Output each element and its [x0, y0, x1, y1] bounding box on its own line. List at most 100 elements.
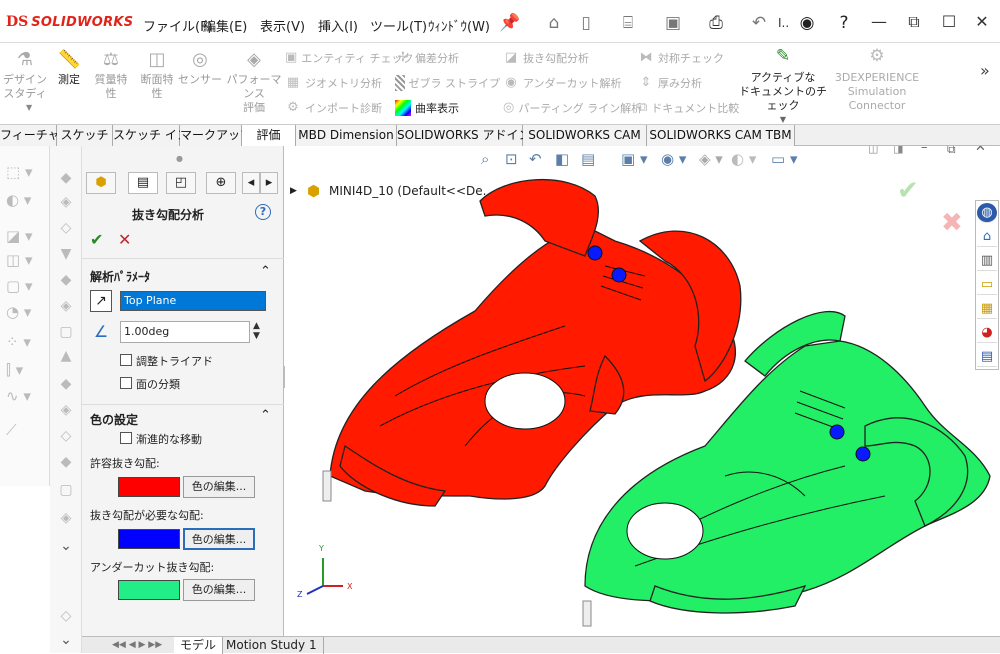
scroll-right-icon[interactable]: ▸ [260, 172, 278, 194]
direction-field[interactable]: Top Plane [120, 291, 266, 311]
property-manager-tab-icon[interactable]: ▤ [128, 172, 158, 194]
toolbar-icon[interactable]: ◇ [56, 218, 76, 238]
menu-insert[interactable]: 挿入(I) [318, 16, 358, 35]
reference-geometry-icon[interactable]: ⫿ ▾ [6, 358, 44, 382]
tab-model[interactable]: モデル [174, 637, 224, 654]
menu-window[interactable]: ｳｨﾝﾄﾞｳ(W) [428, 16, 490, 35]
performance-evaluation-button[interactable]: ◈ パフォーマンス 評価 [224, 49, 284, 115]
design-library-icon[interactable]: ▥ [977, 251, 997, 271]
graphics-viewport[interactable]: ⌕ ⊡ ↶ ◧ ▤ ▣ ▾ ◉ ▾ ◈ ▾ ◐ ▾ ▭ ▾ ◫ ◨ – ⧉ ✕ … [285, 146, 1000, 636]
toolbar-icon[interactable]: ▢ [56, 480, 76, 500]
mass-properties-button[interactable]: ⚖ 質量特 性 [88, 49, 134, 101]
section-properties-button[interactable]: ◫ 断面特 性 [134, 49, 180, 101]
extrude-icon[interactable]: ⬚ ▾ [6, 160, 44, 184]
maximize-button[interactable]: ☐ [935, 9, 963, 35]
instant3d-icon[interactable]: ⟋ [6, 418, 44, 442]
help-icon[interactable]: ? [255, 204, 271, 220]
cancel-button[interactable]: ✕ [118, 230, 131, 249]
draft-analysis-model[interactable] [285, 146, 1000, 636]
toolbar-icon[interactable]: ◇ [56, 606, 76, 626]
tab-mbd-dimension[interactable]: MBD Dimension [296, 125, 397, 146]
compare-documents-button[interactable]: ⧉ ドキュメント比較 [638, 97, 739, 119]
curvature-button[interactable]: 曲率表示 [395, 97, 500, 119]
tab-sketch[interactable]: スケッチ [57, 125, 113, 146]
tab-motion-study[interactable]: Motion Study 1 [220, 637, 324, 654]
zebra-stripes-button[interactable]: ゼブラ ストライプ [395, 72, 500, 94]
toolbar-icon[interactable]: ◈ [56, 192, 76, 212]
toolbar-icon[interactable]: ◇ [56, 426, 76, 446]
dropdown-arrow-icon[interactable]: ▼ [26, 103, 32, 112]
undercut-analysis-button[interactable]: ◉ アンダーカット解析 [503, 72, 633, 94]
positive-draft-swatch[interactable] [118, 477, 180, 497]
adjust-triad-checkbox[interactable] [120, 354, 132, 366]
toolbar-icon[interactable]: ▢ [56, 322, 76, 342]
measure-button[interactable]: 📏 測定 [48, 49, 90, 87]
fillet-icon[interactable]: ◔ ▾ [6, 300, 44, 324]
simulation-connector-button[interactable]: ⚙ 3DEXPERIENCE Simulation Connector [832, 48, 922, 113]
view-palette-icon[interactable]: ▦ [977, 299, 997, 319]
ribbon-more-button[interactable]: » [980, 61, 990, 80]
collapse-icon[interactable]: ⌃ [260, 264, 271, 279]
solidworks-resources-icon[interactable]: ◍ [977, 203, 997, 223]
help-icon[interactable]: ? [833, 12, 855, 34]
entity-check-button[interactable]: ▣ エンティティ チェック [285, 47, 413, 69]
design-study-button[interactable]: ⚗ デザイン スタディ [2, 49, 48, 101]
toolbar-icon[interactable]: ◈ [56, 296, 76, 316]
parting-line-button[interactable]: ◎ パーティング ライン解析 [503, 97, 642, 119]
edit-color-button[interactable]: 色の編集... [183, 476, 255, 498]
undo-icon[interactable]: ↶ [748, 12, 770, 34]
menu-tools[interactable]: ツール(T) [370, 16, 427, 35]
save-icon[interactable]: ▣ [662, 12, 684, 34]
tab-scroll-icons[interactable]: ◀◀ ◀ ▶ ▶▶ [112, 637, 162, 653]
edit-color-button[interactable]: 色の編集... [183, 579, 255, 601]
user-icon[interactable]: ◉ [796, 12, 818, 34]
tab-evaluate[interactable]: 評価 [242, 125, 296, 146]
feature-tree-tab-icon[interactable]: ⬢ [86, 172, 116, 194]
boss-icon[interactable]: ◪ ▾ [6, 224, 44, 248]
check-active-document-button[interactable]: ✎ アクティブな ドキュメントのチェック ▼ [735, 48, 831, 127]
requires-draft-swatch[interactable] [118, 529, 180, 549]
toolbar-icon[interactable]: ▲ [56, 346, 76, 366]
deviation-analysis-button[interactable]: ✢ 偏差分析 [395, 47, 500, 69]
analysis-parameters-heading[interactable]: 解析ﾊﾟﾗﾒｰﾀ [90, 268, 150, 285]
configuration-tab-icon[interactable]: ◰ [166, 172, 196, 194]
panel-grip-icon[interactable]: ● [176, 154, 183, 163]
solidworks-logo[interactable]: DS SOLIDWORKS [6, 12, 133, 32]
home-icon[interactable]: ⌂ [977, 227, 997, 247]
file-explorer-icon[interactable]: ▭ [977, 275, 997, 295]
gradual-transition-checkbox[interactable] [120, 432, 132, 444]
angle-spinner[interactable]: ▲ ▼ [253, 321, 260, 341]
toolbar-icon[interactable]: ◈ [56, 400, 76, 420]
pattern-icon[interactable]: ⁘ ▾ [6, 330, 44, 354]
tab-solidworks-addins[interactable]: SOLIDWORKS アドイン [397, 125, 530, 146]
undercut-draft-swatch[interactable] [118, 580, 180, 600]
face-classification-checkbox[interactable] [120, 377, 132, 389]
tab-sketch-ink[interactable]: スケッチ インク [113, 125, 201, 146]
restore-button[interactable]: ⧉ [900, 9, 928, 35]
toolbar-icon[interactable]: ◆ [56, 270, 76, 290]
edit-color-button[interactable]: 色の編集... [183, 528, 255, 550]
symmetry-check-button[interactable]: ⧓ 対称チェック [638, 47, 738, 69]
dimxpert-tab-icon[interactable]: ⊕ [206, 172, 236, 194]
color-settings-heading[interactable]: 色の設定 [90, 411, 138, 428]
minimize-button[interactable]: — [865, 9, 893, 35]
menu-edit[interactable]: 編集(E) [203, 16, 247, 35]
home-icon[interactable]: ⌂ [543, 12, 565, 34]
toolbar-icon[interactable]: ▼ [56, 244, 76, 264]
direction-arrow-icon[interactable]: ↗ [90, 290, 112, 312]
open-icon[interactable]: ⌸ [617, 12, 639, 34]
draft-angle-field[interactable]: 1.00deg [120, 321, 250, 343]
curves-icon[interactable]: ∿ ▾ [6, 384, 44, 408]
draft-analysis-button[interactable]: ◪ 抜き勾配分析 [503, 47, 633, 69]
menu-view[interactable]: 表示(V) [260, 16, 305, 35]
sensor-button[interactable]: ◎ センサー [177, 49, 223, 87]
shell-icon[interactable]: ▢ ▾ [6, 274, 44, 298]
collapse-icon[interactable]: ⌃ [260, 408, 271, 423]
thickness-analysis-button[interactable]: ⇕ 厚み分析 [638, 72, 738, 94]
cut-icon[interactable]: ◫ ▾ [6, 248, 44, 272]
toolbar-icon[interactable]: ◈ [56, 508, 76, 528]
revolve-icon[interactable]: ◐ ▾ [6, 188, 44, 212]
toolbar-icon[interactable]: ◆ [56, 374, 76, 394]
ok-button[interactable]: ✔ [90, 230, 103, 249]
tab-solidworks-cam[interactable]: SOLIDWORKS CAM [523, 125, 647, 146]
